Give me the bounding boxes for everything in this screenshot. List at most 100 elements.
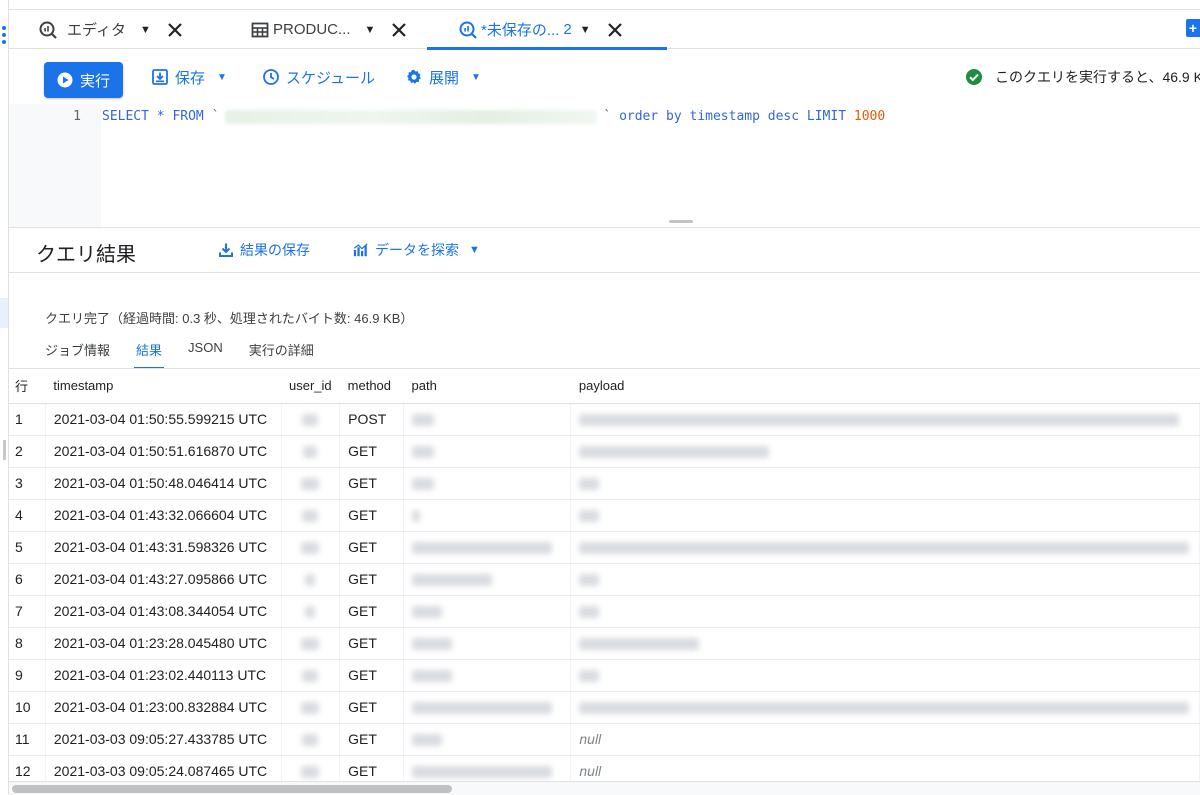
timestamp-cell: 2021-03-04 01:43:31.598326 UTC — [45, 531, 282, 564]
caret-down-icon[interactable]: ▼ — [140, 24, 151, 36]
column-header-method[interactable]: method — [339, 369, 404, 404]
redacted-path — [412, 510, 421, 523]
close-icon[interactable] — [607, 22, 623, 38]
column-header-payload[interactable]: payload — [570, 369, 1200, 404]
redacted-payload — [579, 478, 600, 491]
table-row[interactable]: 8 2021-03-04 01:23:28.045480 UTC GET — [9, 627, 1200, 660]
row-number: 5 — [9, 531, 46, 564]
tab-editor[interactable]: エディタ ▼ — [37, 10, 183, 49]
table-row[interactable]: 6 2021-03-04 01:43:27.095866 UTC GET — [9, 563, 1200, 596]
tab-unsaved-query[interactable]: *未保存の... 2 ▼ — [427, 10, 667, 50]
payload-cell — [570, 563, 1200, 596]
caret-down-icon[interactable]: ▼ — [580, 24, 591, 36]
results-table: 行 timestamp user_id method path payload … — [9, 369, 1200, 781]
caret-down-icon: ▼ — [469, 244, 480, 256]
explore-data-button[interactable]: データを探索 ▼ — [353, 240, 480, 260]
table-row[interactable]: 9 2021-03-04 01:23:02.440113 UTC GET — [9, 659, 1200, 692]
save-results-button[interactable]: 結果の保存 — [218, 240, 310, 260]
redacted-path — [412, 542, 553, 555]
column-header-path[interactable]: path — [403, 369, 571, 404]
redacted-user-id — [302, 670, 319, 683]
save-button[interactable]: 保存 ▼ — [151, 64, 227, 90]
payload-cell — [570, 659, 1200, 692]
check-circle-icon — [966, 69, 982, 85]
table-row[interactable]: 11 2021-03-03 09:05:27.433785 UTC GET null — [9, 723, 1200, 756]
redacted-payload — [579, 702, 1190, 715]
download-icon — [218, 242, 234, 258]
tab-label: エディタ — [67, 22, 126, 39]
sql-editor[interactable]: 1 SELECT * FROM ` ` order by timestamp d… — [9, 104, 1200, 228]
table-row[interactable]: 5 2021-03-04 01:43:31.598326 UTC GET — [9, 531, 1200, 564]
clock-icon — [262, 68, 280, 86]
caret-down-icon[interactable]: ▼ — [365, 24, 376, 36]
tab-job-info[interactable]: ジョブ情報 — [45, 340, 110, 368]
redacted-path — [412, 670, 453, 683]
timestamp-cell: 2021-03-04 01:50:48.046414 UTC — [45, 467, 282, 500]
tab-label: *未保存の... — [481, 22, 560, 39]
method-cell: GET — [339, 627, 405, 660]
scrollbar-thumb[interactable] — [12, 785, 452, 793]
table-row[interactable]: 4 2021-03-04 01:43:32.066604 UTC GET — [9, 499, 1200, 532]
path-cell — [403, 531, 572, 564]
table-row[interactable]: 1 2021-03-04 01:50:55.599215 UTC POST — [9, 403, 1200, 436]
column-header-timestamp[interactable]: timestamp — [45, 369, 282, 404]
redacted-payload — [579, 606, 600, 619]
payload-cell — [570, 531, 1200, 564]
tab-execution-details[interactable]: 実行の詳細 — [249, 340, 314, 368]
redacted-user-id — [305, 574, 316, 587]
table-row[interactable]: 7 2021-03-04 01:43:08.344054 UTC GET — [9, 595, 1200, 628]
save-label: 保存 — [175, 69, 206, 87]
query-validation-status: このクエリを実行すると、46.9 KB — [965, 66, 1200, 88]
tab-json[interactable]: JSON — [188, 340, 223, 368]
table-row[interactable]: 3 2021-03-04 01:50:48.046414 UTC GET — [9, 467, 1200, 500]
row-number: 1 — [9, 403, 46, 436]
results-header: クエリ結果 結果の保存 データを探索 ▼ — [9, 228, 1200, 273]
close-icon[interactable] — [391, 22, 407, 38]
null-value: null — [579, 763, 602, 779]
tab-results[interactable]: 結果 — [134, 340, 165, 369]
row-number: 6 — [9, 563, 46, 596]
user-id-cell — [281, 403, 341, 436]
redacted-payload — [579, 446, 770, 459]
add-tab-icon[interactable]: + — [1186, 19, 1200, 37]
deploy-button[interactable]: 展開 ▼ — [405, 64, 481, 90]
results-table-container[interactable]: 行 timestamp user_id method path payload … — [9, 368, 1200, 781]
method-cell: GET — [339, 563, 405, 596]
column-header-user-id[interactable]: user_id — [281, 369, 340, 404]
caret-down-icon: ▼ — [217, 71, 227, 83]
redacted-table-name — [225, 109, 598, 124]
row-number: 11 — [9, 723, 46, 756]
resize-handle[interactable] — [669, 220, 693, 223]
close-icon[interactable] — [167, 22, 183, 38]
schedule-button[interactable]: スケジュール — [262, 64, 375, 90]
payload-cell — [570, 467, 1200, 500]
path-cell — [403, 755, 572, 781]
horizontal-scrollbar[interactable] — [9, 781, 1200, 795]
results-subtabs: ジョブ情報 結果 JSON 実行の詳細 — [45, 340, 340, 369]
row-number: 8 — [9, 627, 46, 660]
redacted-payload — [579, 414, 1180, 427]
left-nav-marker — [3, 440, 6, 460]
sql-prefix: SELECT * FROM — [102, 109, 204, 124]
tab-badge: 2 — [563, 21, 572, 38]
table-row[interactable]: 10 2021-03-04 01:23:00.832884 UTC GET — [9, 691, 1200, 724]
redacted-path — [412, 766, 553, 779]
redacted-user-id — [302, 510, 319, 523]
path-cell — [403, 467, 572, 500]
table-row[interactable]: 12 2021-03-03 09:05:24.087465 UTC GET null — [9, 755, 1200, 781]
tab-production[interactable]: PRODUC... ▼ — [249, 10, 407, 49]
table-row[interactable]: 2 2021-03-04 01:50:51.616870 UTC GET — [9, 435, 1200, 468]
redacted-user-id — [301, 766, 320, 779]
table-body: 1 2021-03-04 01:50:55.599215 UTC POST 2 2021… — [9, 403, 1200, 781]
run-button[interactable]: 実行 — [44, 62, 123, 98]
redacted-user-id — [305, 606, 316, 619]
deploy-label: 展開 — [429, 69, 460, 87]
user-id-cell — [281, 467, 341, 500]
more-vert-icon[interactable] — [2, 26, 7, 47]
code-line[interactable]: SELECT * FROM ` ` order by timestamp des… — [102, 109, 885, 124]
redacted-path — [412, 638, 453, 651]
redacted-user-id — [301, 542, 320, 555]
timestamp-cell: 2021-03-04 01:23:00.832884 UTC — [45, 691, 282, 724]
method-cell: GET — [339, 467, 405, 500]
timestamp-cell: 2021-03-04 01:43:27.095866 UTC — [45, 563, 282, 596]
